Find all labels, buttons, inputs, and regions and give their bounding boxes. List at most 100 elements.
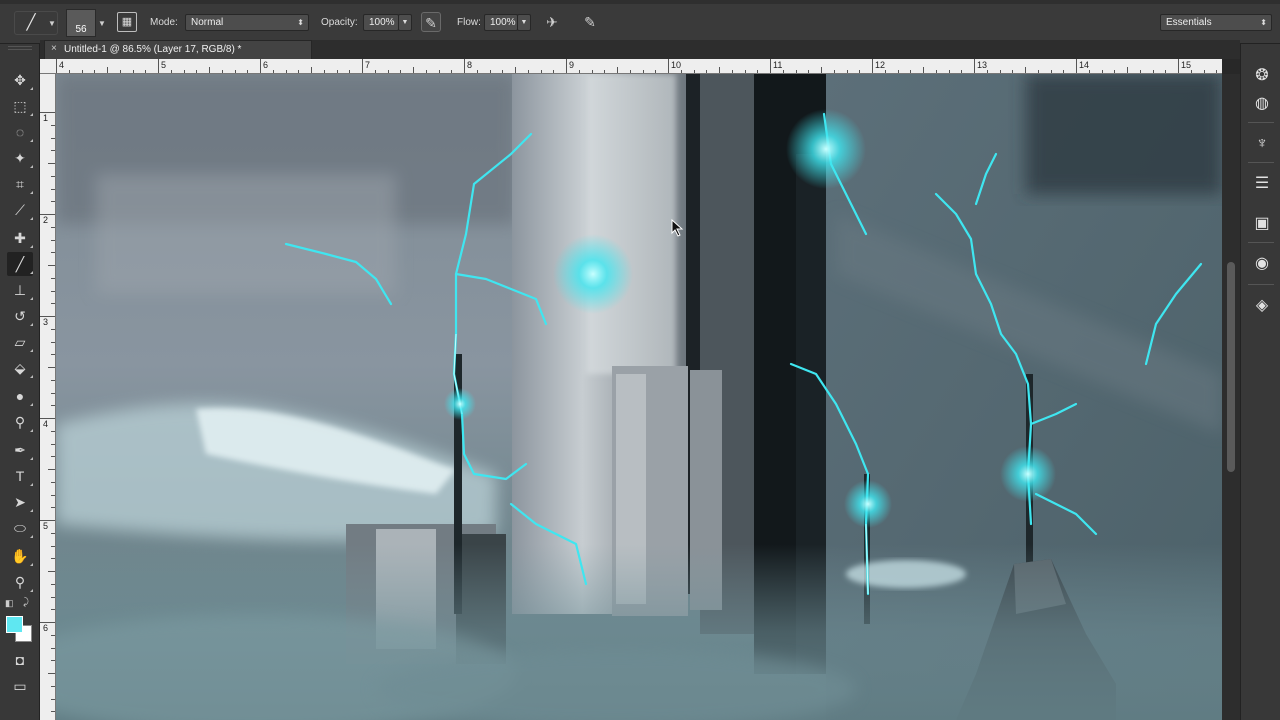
ruler-major-tick xyxy=(770,59,771,73)
ruler-label: 4 xyxy=(59,60,65,70)
ruler-minor-tick xyxy=(48,163,55,164)
adjustments-panel-icon[interactable]: ☰ xyxy=(1249,172,1275,196)
hand-tool-icon[interactable]: ✋ xyxy=(7,544,33,568)
swap-colors-icon[interactable]: ⤸ xyxy=(23,597,29,608)
tools-panel: ◧ ⤸ ✥ ⬚ ◌ ✦ ⌗ ⟋ ✚ ╱ ⊥ ↺ ▱ ⬙ ● ⚲ ✒ T ➤ ⬭ ✋ ⚲ ◘ ▭ xyxy=(0,44,40,720)
workspace-value: Essentials xyxy=(1166,17,1212,28)
eraser-tool-icon[interactable]: ▱ xyxy=(7,330,33,354)
screen-mode-icon[interactable]: ▭ xyxy=(7,674,33,698)
ruler-minor-tick xyxy=(719,67,720,73)
type-tool-icon[interactable]: T xyxy=(7,464,33,488)
foreground-color-swatch[interactable] xyxy=(6,616,23,633)
quick-mask-icon[interactable]: ◘ xyxy=(7,648,33,672)
ruler-label: 15 xyxy=(1181,60,1192,70)
crop-tool-icon[interactable]: ⌗ xyxy=(7,172,33,196)
color-panel-icon[interactable]: ◍ xyxy=(1249,92,1275,116)
vertical-scrollbar[interactable] xyxy=(1222,74,1240,720)
quick-selection-tool-icon[interactable]: ✦ xyxy=(7,146,33,170)
horizontal-ruler[interactable]: 4 5 6 7 8 9 10 11 12 13 14 15 xyxy=(40,59,1222,74)
clone-stamp-tool-icon[interactable]: ⊥ xyxy=(7,278,33,302)
brush-presets-panel-icon[interactable]: ♆ xyxy=(1249,132,1275,156)
panel-separator xyxy=(1248,242,1274,243)
eyedropper-tool-icon[interactable]: ⟋ xyxy=(7,198,33,222)
mode-label: Mode: xyxy=(150,17,178,28)
ruler-label: 14 xyxy=(1079,60,1090,70)
ruler-label: 11 xyxy=(773,60,783,70)
opacity-value: 100% xyxy=(369,17,395,28)
opacity-label: Opacity: xyxy=(321,17,358,28)
brush-cursor-icon xyxy=(671,219,684,237)
document-title: Untitled-1 @ 86.5% (Layer 17, RGB/8) * xyxy=(64,44,242,55)
ruler-minor-tick xyxy=(48,265,55,266)
ruler-label: 2 xyxy=(43,215,49,225)
brush-panel-icon[interactable]: ▦ xyxy=(117,12,137,32)
brush-tool-icon[interactable]: ╱ xyxy=(7,252,33,276)
brush-size-picker[interactable]: 56 xyxy=(66,9,96,37)
ruler-major-tick xyxy=(566,59,567,73)
ruler-label: 10 xyxy=(671,60,682,70)
lasso-tool-icon[interactable]: ◌ xyxy=(7,120,33,144)
panel-dock: ❂ ◍ ♆ ☰ ▣ ◉ ◈ xyxy=(1240,44,1280,720)
marquee-tool-icon[interactable]: ⬚ xyxy=(7,94,33,118)
ruler-label: 5 xyxy=(43,521,49,531)
ellipse-tool-icon[interactable]: ⬭ xyxy=(7,516,33,540)
ruler-major-tick xyxy=(1076,59,1077,73)
pen-tool-icon[interactable]: ✒ xyxy=(7,438,33,462)
opacity-slider-button[interactable]: ▼ xyxy=(398,14,412,31)
ruler-minor-tick xyxy=(821,67,822,73)
document-canvas[interactable] xyxy=(56,74,1222,720)
flow-slider-button[interactable]: ▼ xyxy=(517,14,531,31)
history-brush-tool-icon[interactable]: ↺ xyxy=(7,304,33,328)
chevron-down-icon[interactable]: ▼ xyxy=(98,19,106,28)
styles-panel-icon[interactable]: ▣ xyxy=(1249,212,1275,236)
ruler-minor-tick xyxy=(48,367,55,368)
pressure-size-icon[interactable]: ✎ xyxy=(580,12,600,32)
workspace-dropdown[interactable]: Essentials ⬍ xyxy=(1160,14,1272,31)
chevron-down-icon[interactable]: ▼ xyxy=(48,19,56,28)
flow-field[interactable]: 100% xyxy=(484,14,518,31)
chevron-updown-icon: ⬍ xyxy=(297,18,304,27)
scrollbar-thumb[interactable] xyxy=(1227,262,1235,472)
default-colors-icon[interactable]: ◧ xyxy=(5,598,14,609)
ruler-label: 4 xyxy=(43,419,49,429)
ruler-major-tick xyxy=(668,59,669,73)
path-selection-tool-icon[interactable]: ➤ xyxy=(7,490,33,514)
flow-label: Flow: xyxy=(457,17,481,28)
ruler-minor-tick xyxy=(515,67,516,73)
vertical-ruler[interactable]: 1 2 3 4 5 6 xyxy=(40,74,56,720)
photoshop-window: ╱ ▼ 56 ▼ ▦ Mode: Normal ⬍ Opacity: 100% … xyxy=(0,0,1280,720)
brush-size-value: 56 xyxy=(75,24,87,35)
document-tab[interactable]: × Untitled-1 @ 86.5% (Layer 17, RGB/8) * xyxy=(44,40,312,59)
panel-separator xyxy=(1248,284,1274,285)
panel-grip[interactable] xyxy=(8,46,32,50)
options-bar: ╱ ▼ 56 ▼ ▦ Mode: Normal ⬍ Opacity: 100% … xyxy=(0,0,1280,44)
move-tool-icon[interactable]: ✥ xyxy=(7,68,33,92)
ruler-label: 13 xyxy=(977,60,988,70)
ruler-minor-tick xyxy=(48,469,55,470)
ruler-label: 7 xyxy=(365,60,371,70)
close-icon[interactable]: × xyxy=(51,43,57,54)
ruler-minor-tick xyxy=(923,67,924,73)
pressure-opacity-icon[interactable]: ✎ xyxy=(421,12,441,32)
layers-panel-icon[interactable]: ◈ xyxy=(1249,294,1275,318)
flow-value: 100% xyxy=(490,17,516,28)
mode-dropdown[interactable]: Normal ⬍ xyxy=(185,14,309,31)
opacity-field[interactable]: 100% xyxy=(363,14,399,31)
blur-tool-icon[interactable]: ● xyxy=(7,384,33,408)
painting-artwork xyxy=(56,74,1222,720)
airbrush-icon[interactable]: ✈ xyxy=(542,12,562,32)
ruler-label: 12 xyxy=(875,60,886,70)
ruler-minor-tick xyxy=(1127,67,1128,73)
channels-panel-icon[interactable]: ◉ xyxy=(1249,252,1275,276)
navigator-panel-icon[interactable]: ❂ xyxy=(1249,64,1275,88)
dodge-tool-icon[interactable]: ⚲ xyxy=(7,410,33,434)
chevron-updown-icon: ⬍ xyxy=(1260,18,1267,27)
ruler-major-tick xyxy=(56,59,57,73)
ruler-label: 3 xyxy=(43,317,49,327)
healing-brush-tool-icon[interactable]: ✚ xyxy=(7,226,33,250)
ruler-minor-tick xyxy=(617,67,618,73)
zoom-tool-icon[interactable]: ⚲ xyxy=(7,570,33,594)
ruler-label: 1 xyxy=(43,113,49,123)
paint-bucket-tool-icon[interactable]: ⬙ xyxy=(7,356,33,380)
ruler-major-tick xyxy=(464,59,465,73)
